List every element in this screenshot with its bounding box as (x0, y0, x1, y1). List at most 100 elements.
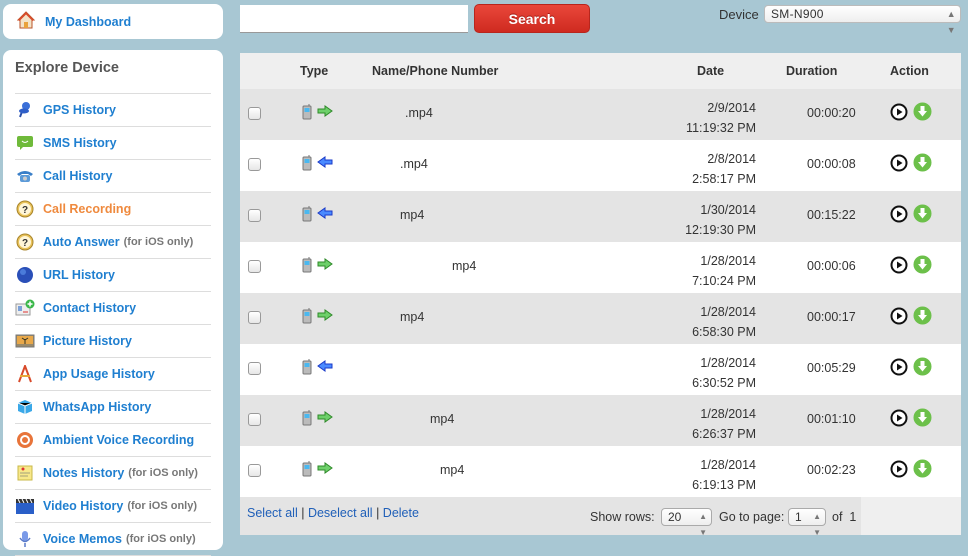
outgoing-arrow-icon (317, 105, 333, 120)
globe-icon (15, 266, 35, 284)
telephone-icon (15, 167, 35, 185)
sidebar-item-label[interactable]: Call Recording (43, 202, 131, 216)
play-icon[interactable] (890, 103, 908, 124)
row-checkbox[interactable] (248, 260, 261, 273)
sidebar-item-label[interactable]: SMS History (43, 136, 117, 150)
download-icon[interactable] (913, 357, 932, 379)
sidebar-item-video-history[interactable]: Video History (for iOS only) (15, 490, 211, 523)
recording-name: mp4 (400, 310, 425, 324)
play-icon[interactable] (890, 205, 908, 226)
sidebar-item-label[interactable]: Ambient Voice Recording (43, 433, 194, 447)
download-icon[interactable] (913, 153, 932, 175)
select-all-link[interactable]: Select all (247, 506, 298, 520)
recording-date: 1/28/2014 6:58:30 PM (692, 302, 756, 342)
sidebar-item-label[interactable]: Contact History (43, 301, 136, 315)
device-label: Device (719, 7, 759, 22)
mobile-phone-icon (302, 104, 312, 123)
download-icon[interactable] (913, 306, 932, 328)
sidebar-item-contact-history[interactable]: Contact History (15, 292, 211, 325)
page-select-value: 1 (795, 510, 802, 524)
sidebar-item-voice-memos[interactable]: Voice Memos (for iOS only) (15, 523, 211, 556)
recording-date: 1/28/2014 6:19:13 PM (692, 455, 756, 495)
recording-name: mp4 (400, 208, 425, 222)
header-type: Type (300, 64, 329, 78)
sidebar-item-app-usage-history[interactable]: App Usage History (15, 358, 211, 391)
sidebar-item-picture-history[interactable]: Picture History (15, 325, 211, 358)
time-value: 6:26:37 PM (692, 427, 756, 441)
select-arrows-icon: ▲ ▼ (699, 512, 707, 537)
download-icon[interactable] (913, 408, 932, 430)
time-value: 11:19:32 PM (686, 121, 756, 135)
recording-date: 1/28/2014 7:10:24 PM (692, 251, 756, 291)
row-checkbox[interactable] (248, 362, 261, 375)
delete-link[interactable]: Delete (383, 506, 419, 520)
sidebar-item-label[interactable]: Voice Memos (43, 532, 122, 546)
search-input[interactable] (240, 5, 468, 33)
download-icon[interactable] (913, 255, 932, 277)
deselect-all-link[interactable]: Deselect all (308, 506, 373, 520)
time-value: 6:19:13 PM (692, 478, 756, 492)
recording-duration: 00:00:20 (807, 106, 856, 120)
play-icon[interactable] (890, 460, 908, 481)
recording-duration: 00:05:29 (807, 361, 856, 375)
row-checkbox[interactable] (248, 107, 261, 120)
recording-date: 2/8/2014 2:58:17 PM (692, 149, 756, 189)
row-checkbox[interactable] (248, 413, 261, 426)
sidebar-item-note: (for iOS only) (123, 236, 194, 248)
header-name: Name/Phone Number (372, 64, 499, 78)
date-value: 1/28/2014 (700, 254, 756, 268)
sidebar-item-label[interactable]: Auto Answer (43, 235, 120, 249)
sidebar-item-gps-history[interactable]: GPS History (15, 94, 211, 127)
my-dashboard-link[interactable]: My Dashboard (3, 4, 223, 39)
table-row: .mp4 2/8/2014 2:58:17 PM 00:00:08 (240, 140, 961, 191)
row-checkbox[interactable] (248, 311, 261, 324)
download-icon[interactable] (913, 102, 932, 124)
row-checkbox[interactable] (248, 158, 261, 171)
sidebar-item-auto-answer[interactable]: ? Auto Answer (for iOS only) (15, 226, 211, 259)
separator: | (301, 506, 305, 520)
outgoing-arrow-icon (317, 411, 333, 426)
play-icon[interactable] (890, 256, 908, 277)
play-icon[interactable] (890, 358, 908, 379)
recording-duration: 00:02:23 (807, 463, 856, 477)
sidebar-item-label[interactable]: Video History (43, 499, 123, 513)
play-icon[interactable] (890, 154, 908, 175)
sidebar-item-label[interactable]: GPS History (43, 103, 116, 117)
sidebar-item-label[interactable]: Picture History (43, 334, 132, 348)
sidebar-item-note: (for iOS only) (128, 467, 198, 479)
sidebar-item-sms-history[interactable]: SMS History (15, 127, 211, 160)
sidebar-item-note: (for iOS only) (127, 500, 198, 512)
sidebar-item-call-history[interactable]: Call History (15, 160, 211, 193)
time-value: 2:58:17 PM (692, 172, 756, 186)
search-button[interactable]: Search (474, 4, 590, 33)
sticky-note-icon (15, 464, 35, 482)
page-select[interactable]: 1 ▲ ▼ (788, 508, 826, 537)
row-checkbox[interactable] (248, 209, 261, 222)
sidebar-item-label[interactable]: WhatsApp History (43, 400, 151, 414)
app-store-icon (15, 365, 35, 383)
sidebar-item-call-recording[interactable]: ? Call Recording (15, 193, 211, 226)
device-select[interactable]: SM-N900 ▲ ▼ (764, 5, 961, 35)
sidebar-item-notes-history[interactable]: Notes History (for iOS only) (15, 457, 211, 490)
recording-date: 1/28/2014 6:30:52 PM (692, 353, 756, 393)
separator: | (376, 506, 380, 520)
header-action: Action (890, 64, 929, 78)
sidebar-item-label[interactable]: Notes History (43, 466, 124, 480)
sidebar-item-whatsapp-history[interactable]: WhatsApp History (15, 391, 211, 424)
download-icon[interactable] (913, 459, 932, 481)
sidebar-item-url-history[interactable]: URL History (15, 259, 211, 292)
play-icon[interactable] (890, 307, 908, 328)
chat-bubble-icon (15, 134, 35, 152)
sidebar-item-label[interactable]: URL History (43, 268, 115, 282)
play-icon[interactable] (890, 409, 908, 430)
sidebar-item-label[interactable]: Call History (43, 169, 112, 183)
sidebar-item-ambient-voice-recording[interactable]: Ambient Voice Recording (15, 424, 211, 457)
download-icon[interactable] (913, 204, 932, 226)
total-pages-value: 1 (849, 510, 857, 524)
sidebar-item-label[interactable]: App Usage History (43, 367, 155, 381)
recording-duration: 00:00:17 (807, 310, 856, 324)
row-checkbox[interactable] (248, 464, 261, 477)
show-rows-select[interactable]: 20 ▲ ▼ (661, 508, 712, 537)
mobile-phone-icon (302, 206, 312, 225)
time-value: 7:10:24 PM (692, 274, 756, 288)
